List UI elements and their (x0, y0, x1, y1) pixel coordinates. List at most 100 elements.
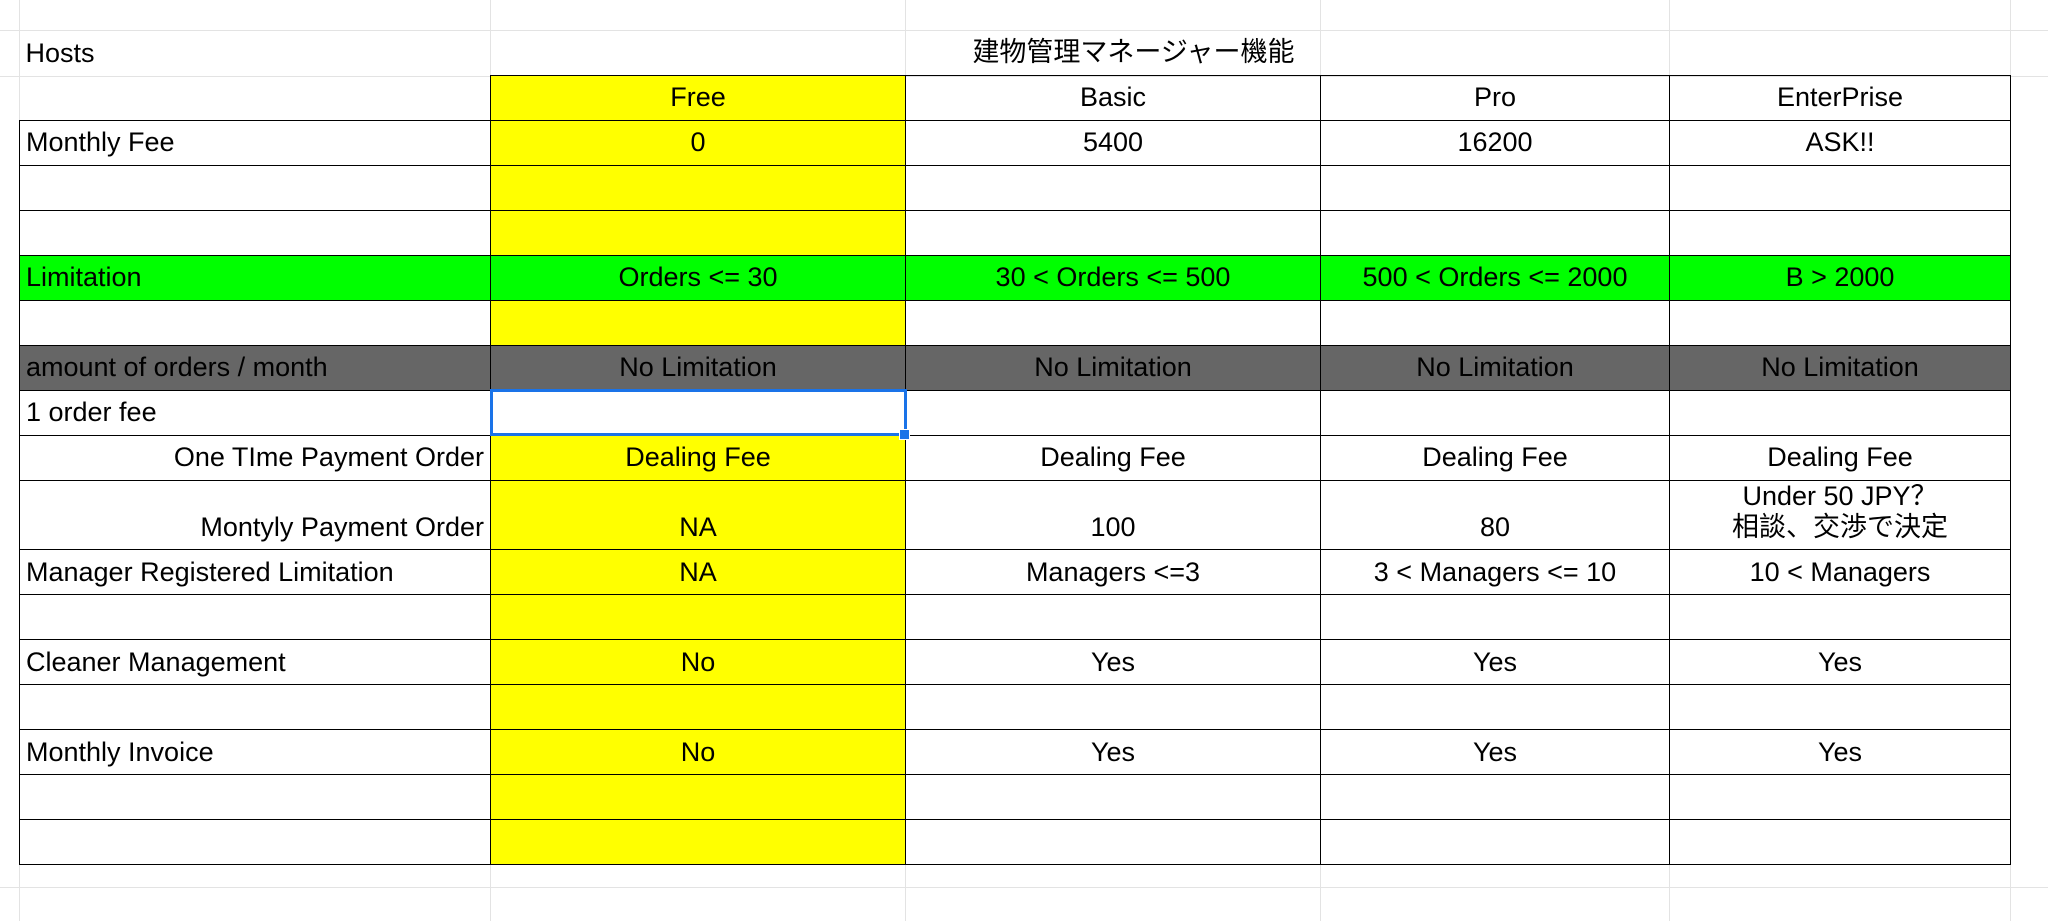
empty-cell[interactable] (1320, 773, 1670, 820)
empty-cell[interactable] (1669, 818, 2011, 865)
row-label[interactable]: 1 order fee (19, 389, 491, 436)
empty-cell[interactable] (19, 209, 491, 256)
empty-cell[interactable] (905, 209, 1321, 256)
row-label[interactable]: One TIme Payment Order (19, 434, 491, 481)
empty-cell[interactable] (19, 299, 491, 346)
empty-cell[interactable] (905, 299, 1321, 346)
empty-cell[interactable] (19, 773, 491, 820)
section-title[interactable]: 建物管理マネージャー機能 (491, 30, 2011, 75)
cleaner-management-row: Cleaner Management No Yes Yes Yes (19, 638, 2011, 685)
row-label[interactable]: Monthly Fee (19, 119, 491, 166)
blank-row (19, 818, 2011, 865)
row-label[interactable]: Limitation (19, 254, 491, 301)
row-label[interactable]: amount of orders / month (19, 344, 491, 391)
basic-value[interactable]: 100 (905, 479, 1321, 550)
pro-value[interactable]: 3 < Managers <= 10 (1320, 548, 1670, 595)
free-value[interactable]: NA (490, 479, 906, 550)
empty-cell[interactable] (1669, 164, 2011, 211)
basic-value[interactable]: 5400 (905, 119, 1321, 166)
free-value[interactable]: Orders <= 30 (490, 254, 906, 301)
empty-cell[interactable] (19, 593, 491, 640)
one-time-payment-row: One TIme Payment Order Dealing Fee Deali… (19, 434, 2011, 481)
empty-cell[interactable] (490, 593, 906, 640)
enterprise-value[interactable]: B > 2000 (1669, 254, 2011, 301)
pro-value[interactable]: 16200 (1320, 119, 1670, 166)
plan-pro-header[interactable]: Pro (1320, 74, 1670, 121)
blank-row (19, 164, 2011, 211)
empty-cell[interactable] (1669, 593, 2011, 640)
basic-value[interactable]: Managers <=3 (905, 548, 1321, 595)
title-row: Hosts 建物管理マネージャー機能 (20, 30, 2011, 75)
basic-value[interactable]: Dealing Fee (905, 434, 1321, 481)
enterprise-value[interactable]: ASK!! (1669, 119, 2011, 166)
row-label[interactable]: Manager Registered Limitation (19, 548, 491, 595)
empty-cell[interactable] (19, 164, 491, 211)
row-label[interactable]: Montyly Payment Order (19, 479, 491, 550)
fill-handle[interactable] (899, 428, 910, 440)
empty-cell[interactable] (490, 683, 906, 730)
empty-cell[interactable] (1669, 299, 2011, 346)
enterprise-value[interactable]: Yes (1669, 728, 2011, 775)
free-value[interactable]: No Limitation (490, 344, 906, 391)
pro-value[interactable]: Yes (1320, 638, 1670, 685)
basic-value[interactable]: 30 < Orders <= 500 (905, 254, 1321, 301)
empty-cell[interactable] (490, 209, 906, 256)
empty-cell[interactable] (1320, 209, 1670, 256)
free-value[interactable]: No (490, 728, 906, 775)
empty-cell[interactable] (19, 683, 491, 730)
enterprise-value[interactable]: Under 50 JPY？ 相談、交渉で決定 (1669, 479, 2011, 550)
empty-cell[interactable] (1669, 209, 2011, 256)
empty-cell[interactable] (905, 773, 1321, 820)
pro-value[interactable]: Dealing Fee (1320, 434, 1670, 481)
enterprise-value[interactable]: Dealing Fee (1669, 434, 2011, 481)
empty-cell[interactable] (490, 773, 906, 820)
selected-cell[interactable] (489, 389, 910, 440)
enterprise-value[interactable]: No Limitation (1669, 344, 2011, 391)
empty-cell[interactable] (1320, 683, 1670, 730)
empty-cell[interactable] (1320, 593, 1670, 640)
empty-cell[interactable] (490, 164, 906, 211)
enterprise-value-line-1: Under 50 JPY？ (1742, 480, 1938, 511)
empty-cell[interactable] (490, 818, 906, 865)
row-label[interactable]: Monthly Invoice (19, 728, 491, 775)
enterprise-value[interactable]: 10 < Managers (1669, 548, 2011, 595)
empty-cell[interactable] (19, 818, 491, 865)
empty-cell[interactable] (905, 818, 1321, 865)
free-value[interactable]: Dealing Fee (490, 434, 906, 481)
blank-row (19, 773, 2011, 820)
pro-value[interactable]: 80 (1320, 479, 1670, 550)
monthly-fee-row: Monthly Fee 0 5400 16200 ASK!! (19, 119, 2011, 166)
row-label[interactable]: Cleaner Management (19, 638, 491, 685)
empty-cell[interactable] (1320, 389, 1670, 436)
empty-cell[interactable] (905, 164, 1321, 211)
pro-value[interactable]: Yes (1320, 728, 1670, 775)
basic-value[interactable]: No Limitation (905, 344, 1321, 391)
empty-cell[interactable] (1669, 773, 2011, 820)
manager-limit-row: Manager Registered Limitation NA Manager… (19, 548, 2011, 595)
pro-value[interactable]: No Limitation (1320, 344, 1670, 391)
pricing-table: Hosts 建物管理マネージャー機能 Free Basic Pro EnterP… (19, 30, 2011, 865)
enterprise-value[interactable]: Yes (1669, 638, 2011, 685)
empty-cell[interactable] (1669, 389, 2011, 436)
free-value[interactable]: No (490, 638, 906, 685)
empty-cell[interactable] (905, 593, 1321, 640)
order-fee-row: 1 order fee (19, 389, 2011, 440)
free-value[interactable]: 0 (490, 119, 906, 166)
empty-cell[interactable] (1320, 164, 1670, 211)
empty-cell[interactable] (490, 299, 906, 346)
empty-cell[interactable] (20, 75, 491, 120)
empty-cell[interactable] (905, 683, 1321, 730)
basic-value[interactable]: Yes (905, 728, 1321, 775)
free-value[interactable]: NA (490, 548, 906, 595)
empty-cell[interactable] (1320, 299, 1670, 346)
hosts-label[interactable]: Hosts (20, 30, 491, 75)
basic-value[interactable]: Yes (905, 638, 1321, 685)
amount-orders-row: amount of orders / month No Limitation N… (19, 344, 2011, 391)
plan-free-header[interactable]: Free (490, 74, 906, 121)
plan-basic-header[interactable]: Basic (905, 74, 1321, 121)
empty-cell[interactable] (1669, 683, 2011, 730)
empty-cell[interactable] (1320, 818, 1670, 865)
pro-value[interactable]: 500 < Orders <= 2000 (1320, 254, 1670, 301)
plan-enterprise-header[interactable]: EnterPrise (1669, 74, 2011, 121)
empty-cell[interactable] (905, 389, 1321, 436)
